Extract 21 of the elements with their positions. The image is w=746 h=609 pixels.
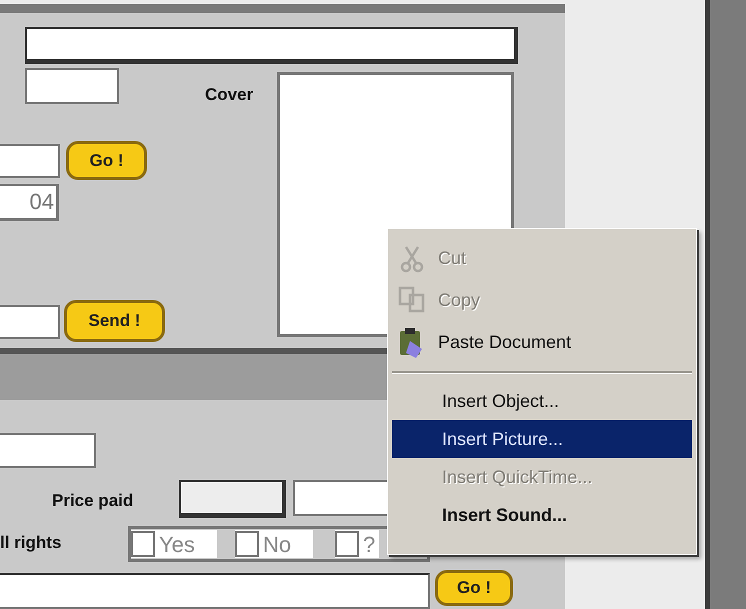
send-button[interactable]: Send ! [64,300,165,342]
input-field[interactable] [25,68,119,104]
menu-item[interactable]: Paste Document [392,321,692,363]
menu-item[interactable]: Insert Object... [392,382,692,420]
menu-item[interactable]: Insert Sound... [392,496,692,534]
input-field[interactable] [0,573,430,609]
number-field[interactable]: 04 [0,184,59,221]
input-field[interactable] [0,305,60,339]
checkbox-option[interactable]: Yes [131,530,217,558]
input-field[interactable] [25,27,518,64]
input-field[interactable] [0,433,96,468]
go-button[interactable]: Go ! [435,570,513,606]
checkbox-option[interactable]: ? [335,530,380,558]
checkbox-option[interactable]: No [235,530,314,558]
field-label: ll rights [0,532,62,554]
go-button[interactable]: Go ! [66,141,147,180]
menu-item[interactable]: Insert Picture... [392,420,692,458]
input-field[interactable] [0,144,60,178]
field-label: Cover [205,84,254,106]
field-label: Price paid [52,490,134,512]
input-field[interactable] [179,480,286,518]
